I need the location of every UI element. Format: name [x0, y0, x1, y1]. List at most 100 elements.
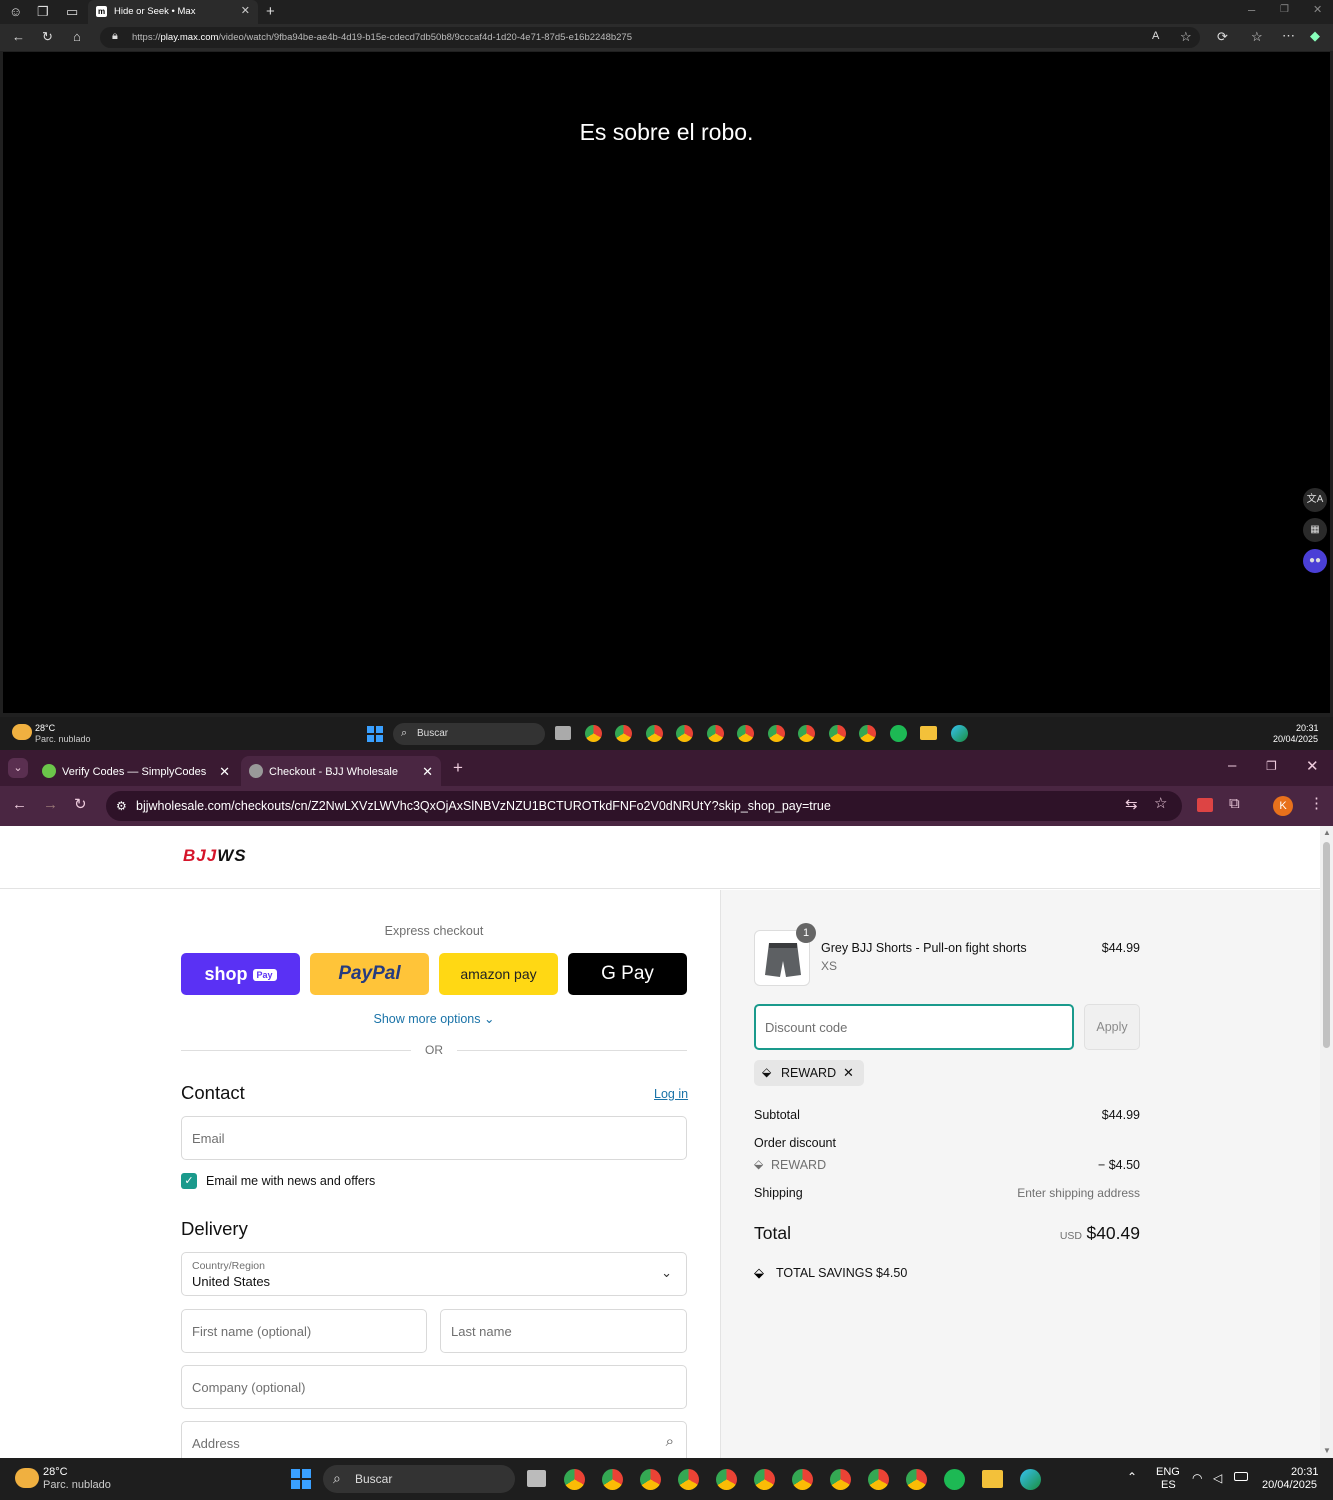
bookmark-star-icon[interactable]: ☆: [1154, 796, 1167, 811]
translate-icon[interactable]: 文A: [1303, 488, 1327, 512]
new-tab-icon[interactable]: +: [453, 759, 463, 776]
first-name-field[interactable]: First name (optional): [181, 1309, 427, 1353]
reload-icon[interactable]: ↻: [74, 797, 87, 812]
apps-icon[interactable]: ▦: [1303, 518, 1327, 542]
address-field[interactable]: Address ⌕: [181, 1421, 687, 1458]
favorites-icon[interactable]: ☆: [1251, 30, 1263, 43]
edge-icon[interactable]: [951, 725, 968, 742]
email-field[interactable]: Email: [181, 1116, 687, 1160]
tab-actions-icon[interactable]: ▭: [66, 5, 78, 18]
windows-start-icon[interactable]: [291, 1469, 311, 1489]
profile-icon[interactable]: ☺: [9, 5, 22, 18]
taskbar-search[interactable]: ⌕ Buscar: [323, 1465, 515, 1493]
spotify-icon[interactable]: [890, 725, 907, 742]
chrome-app-icon[interactable]: [754, 1469, 775, 1490]
favorite-star-icon[interactable]: ☆: [1180, 30, 1192, 43]
newsletter-checkbox[interactable]: ✓: [181, 1173, 197, 1189]
language-bottom[interactable]: ES: [1161, 1480, 1176, 1491]
google-pay-button[interactable]: G Pay: [568, 953, 687, 995]
assistant-icon[interactable]: ●●: [1303, 549, 1327, 573]
extensions-icon[interactable]: ⟳: [1217, 30, 1228, 43]
last-name-field[interactable]: Last name: [440, 1309, 687, 1353]
taskbar-search[interactable]: ⌕ Buscar: [393, 723, 545, 745]
chrome-app-icon[interactable]: [640, 1469, 661, 1490]
chrome-app-icon[interactable]: [707, 725, 724, 742]
chrome-menu-icon[interactable]: ⋮: [1309, 796, 1324, 811]
minimize-icon[interactable]: –: [1248, 3, 1255, 16]
chrome-app-icon[interactable]: [829, 725, 846, 742]
new-tab-icon[interactable]: +: [266, 4, 275, 19]
chrome-app-icon[interactable]: [906, 1469, 927, 1490]
extension-coupon-icon[interactable]: [1197, 798, 1213, 812]
extensions-puzzle-icon[interactable]: ⧉: [1229, 796, 1240, 811]
chrome-app-icon[interactable]: [678, 1469, 699, 1490]
chrome-app-icon[interactable]: [646, 725, 663, 742]
scroll-down-icon[interactable]: ▼: [1323, 1446, 1331, 1455]
paypal-button[interactable]: PayPal: [310, 953, 429, 995]
close-tab-icon[interactable]: ✕: [422, 764, 433, 780]
translate-icon[interactable]: ⇆: [1125, 797, 1138, 812]
company-field[interactable]: Company (optional): [181, 1365, 687, 1409]
chrome-app-icon[interactable]: [792, 1469, 813, 1490]
page-scrollbar[interactable]: ▲ ▼: [1320, 826, 1333, 1458]
windows-start-icon[interactable]: [367, 726, 383, 742]
shop-pay-button[interactable]: shop Pay: [181, 953, 300, 995]
chrome-app-icon[interactable]: [564, 1469, 585, 1490]
copilot-icon[interactable]: ◆: [1310, 29, 1320, 42]
show-more-options-link[interactable]: Show more options ⌄: [181, 1011, 687, 1026]
weather-icon[interactable]: [15, 1468, 39, 1488]
site-logo[interactable]: BJJWS: [183, 846, 247, 866]
chrome-app-icon[interactable]: [830, 1469, 851, 1490]
scroll-up-icon[interactable]: ▲: [1323, 828, 1331, 837]
restore-icon[interactable]: ❐: [1266, 760, 1277, 772]
file-explorer-icon[interactable]: [920, 726, 937, 740]
home-icon[interactable]: ⌂: [73, 30, 81, 43]
close-tab-icon[interactable]: ✕: [219, 764, 230, 780]
clock-date[interactable]: 20/04/2025: [1262, 1480, 1317, 1491]
chrome-app-icon[interactable]: [602, 1469, 623, 1490]
forward-icon[interactable]: →: [43, 797, 58, 812]
address-bar[interactable]: ⚙ bjjwholesale.com/checkouts/cn/Z2NwLXVz…: [106, 791, 1182, 821]
log-in-link[interactable]: Log in: [654, 1087, 688, 1101]
chevron-up-icon[interactable]: ⌃: [1127, 1470, 1137, 1484]
country-select[interactable]: Country/Region United States ⌄: [181, 1252, 687, 1296]
workspaces-icon[interactable]: ❐: [37, 5, 49, 18]
tab-search-icon[interactable]: ⌄: [8, 758, 28, 778]
volume-icon[interactable]: ◁: [1213, 1471, 1222, 1485]
minimize-icon[interactable]: –: [1228, 758, 1236, 773]
spotify-icon[interactable]: [944, 1469, 965, 1490]
edge-icon[interactable]: [1020, 1469, 1041, 1490]
back-icon[interactable]: ←: [12, 797, 27, 812]
chrome-app-icon[interactable]: [768, 725, 785, 742]
chrome-app-icon[interactable]: [798, 725, 815, 742]
task-view-icon[interactable]: [527, 1470, 546, 1487]
tab-simplycodes[interactable]: Verify Codes — SimplyCodes ✕: [34, 756, 238, 786]
scrollbar-thumb[interactable]: [1323, 842, 1330, 1048]
profile-avatar[interactable]: K: [1273, 796, 1293, 816]
discount-code-input[interactable]: Discount code: [754, 1004, 1074, 1050]
chrome-app-icon[interactable]: [716, 1469, 737, 1490]
task-view-icon[interactable]: [555, 726, 571, 740]
chrome-app-icon[interactable]: [585, 725, 602, 742]
read-aloud-icon[interactable]: A: [1152, 31, 1159, 42]
file-explorer-icon[interactable]: [982, 1470, 1003, 1488]
wifi-icon[interactable]: ◠: [1192, 1471, 1202, 1485]
reload-icon[interactable]: ↻: [42, 30, 53, 43]
chrome-app-icon[interactable]: [615, 725, 632, 742]
tab-max[interactable]: m Hide or Seek • Max ✕: [88, 0, 258, 24]
clock-time[interactable]: 20:31: [1291, 1467, 1319, 1478]
restore-icon[interactable]: ❐: [1280, 5, 1289, 15]
site-info-icon[interactable]: ⚙: [116, 791, 127, 821]
close-window-icon[interactable]: ✕: [1306, 759, 1319, 774]
video-player[interactable]: Es sobre el robo. 文A ▦ ●●: [3, 52, 1330, 713]
chrome-app-icon[interactable]: [676, 725, 693, 742]
remove-discount-icon[interactable]: ✕: [843, 1065, 854, 1081]
address-bar[interactable]: 🔒︎ https://play.max.com/video/watch/9fba…: [100, 27, 1200, 48]
chrome-app-icon[interactable]: [868, 1469, 889, 1490]
amazon-pay-button[interactable]: amazon pay: [439, 953, 558, 995]
tab-checkout[interactable]: Checkout - BJJ Wholesale ✕: [241, 756, 441, 786]
more-menu-icon[interactable]: ⋯: [1282, 29, 1295, 42]
lock-icon[interactable]: 🔒︎: [112, 31, 118, 42]
chrome-app-icon[interactable]: [859, 725, 876, 742]
back-icon[interactable]: ←: [12, 30, 25, 43]
